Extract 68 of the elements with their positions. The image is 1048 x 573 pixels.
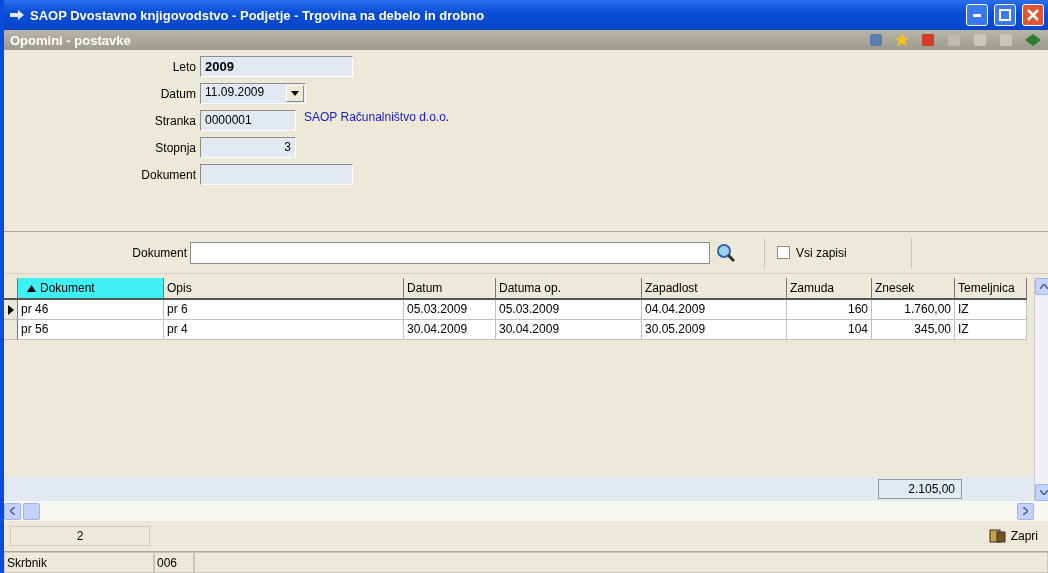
customer-name: SAOP Računalništvo d.o.o. (304, 110, 450, 124)
chevron-right-icon (1023, 507, 1028, 515)
sort-up-icon (27, 284, 36, 292)
search-icon[interactable] (716, 242, 736, 263)
search-field[interactable] (190, 241, 710, 264)
close-button[interactable] (1022, 4, 1044, 26)
field-label: Datum (159, 86, 197, 101)
year-field[interactable]: 2009 (200, 56, 353, 77)
table-cell: 30.04.2009 (404, 320, 496, 340)
table-cell: IZ (955, 300, 1027, 320)
column-header[interactable]: Dokument (18, 278, 164, 300)
table-cell: 04.04.2009 (642, 300, 787, 320)
column-header[interactable]: Zamuda (787, 278, 872, 300)
row-indicator[interactable] (4, 300, 18, 320)
maximize-button[interactable] (994, 4, 1016, 26)
search-label: Dokument (131, 245, 188, 260)
column-header[interactable]: Zapadlost (642, 278, 787, 300)
column-header[interactable]: Temeljnica (955, 278, 1027, 300)
field-label: Dokument (140, 167, 197, 182)
column-header[interactable]: Opis (164, 278, 404, 300)
close-icon (1027, 9, 1039, 21)
delete-document-icon[interactable] (920, 32, 936, 48)
table-cell: 05.03.2009 (404, 300, 496, 320)
table-cell: 30.04.2009 (496, 320, 642, 340)
scroll-thumb[interactable] (23, 502, 40, 520)
total-amount: 2.105,00 (878, 479, 962, 499)
status-code: 006 (154, 552, 194, 573)
app-icon (10, 10, 24, 20)
table-cell: 30.05.2009 (642, 320, 787, 340)
table-cell: pr 46 (18, 300, 164, 320)
field-label: Stopnja (154, 140, 197, 155)
customer-field[interactable]: 0000001 (200, 110, 296, 131)
maximize-icon (999, 9, 1011, 21)
table-cell: 05.03.2009 (496, 300, 642, 320)
close-form-button[interactable]: Zapri (984, 526, 1042, 546)
vertical-scrollbar[interactable] (1034, 278, 1048, 501)
status-user: Skrbnik (4, 552, 154, 573)
scroll-down-button[interactable] (1035, 484, 1048, 501)
chevron-down-icon (1039, 490, 1048, 495)
document-field[interactable] (200, 164, 353, 185)
field-label: Stranka (153, 113, 197, 128)
minimize-icon (973, 13, 981, 17)
scroll-up-button[interactable] (1035, 278, 1048, 295)
all-records-checkbox[interactable]: Vsi zapisi (764, 237, 912, 268)
column-header[interactable]: Znesek (872, 278, 955, 300)
star-icon[interactable] (894, 32, 910, 48)
table-cell: pr 6 (164, 300, 404, 320)
row-header (4, 278, 18, 300)
table-cell: IZ (955, 320, 1027, 340)
date-dropdown[interactable]: 11.09.2009 (200, 83, 306, 104)
chevron-left-icon (10, 507, 15, 515)
panel-title: Opomini - postavke (10, 32, 132, 48)
field-label: Leto (171, 59, 197, 74)
table-cell: 104 (787, 320, 872, 340)
table-cell: 1.760,00 (872, 300, 955, 320)
chevron-up-icon (1039, 284, 1048, 289)
minimize-button[interactable] (966, 4, 988, 26)
scroll-right-button[interactable] (1017, 502, 1034, 520)
window-title: SAOP Dvostavno knjigovodstvo - Podjetje - Trgovina na debelo in drobno (30, 7, 486, 23)
scroll-left-button[interactable] (4, 502, 21, 520)
column-header[interactable]: Datum (404, 278, 496, 300)
table-cell: pr 56 (18, 320, 164, 340)
table-cell: pr 4 (164, 320, 404, 340)
table-cell: 160 (787, 300, 872, 320)
column-header[interactable]: Datuma op. (496, 278, 642, 300)
level-field[interactable]: 3 (200, 137, 296, 158)
table-cell: 345,00 (872, 320, 955, 340)
record-count: 2 (10, 526, 150, 546)
